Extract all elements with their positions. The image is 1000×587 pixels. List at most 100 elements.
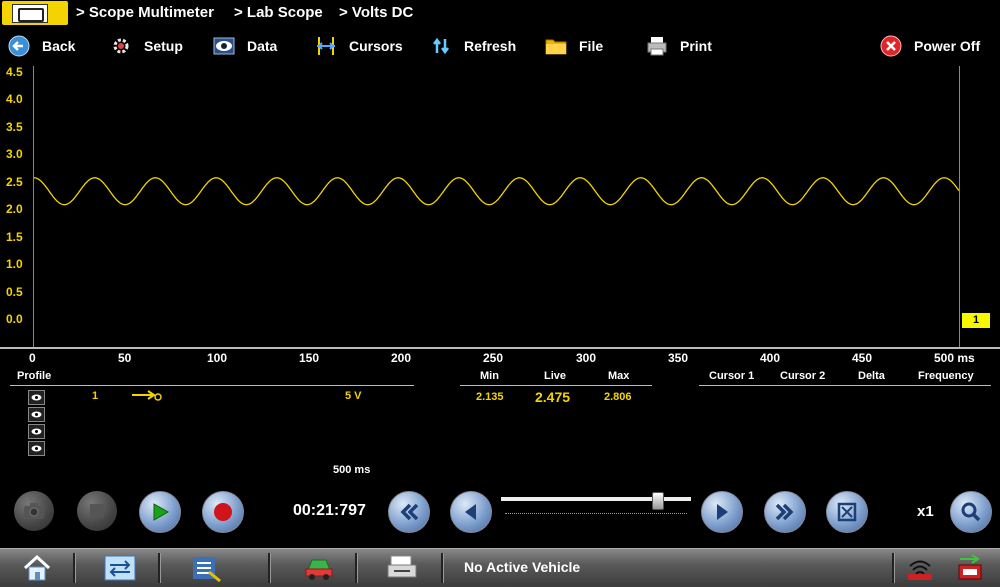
cursors-button[interactable]: Cursors (315, 28, 403, 64)
file-button[interactable]: File (545, 28, 603, 64)
play-forward-icon (717, 504, 728, 520)
sweep-scale[interactable]: 500 ms (333, 464, 370, 476)
eye-icon[interactable] (28, 407, 45, 422)
delta-header: Delta (858, 370, 885, 382)
home-badge-icon[interactable] (2, 1, 68, 25)
data-button[interactable]: Data (213, 28, 277, 64)
min-value: 2.135 (476, 391, 504, 403)
cursors-icon (315, 35, 337, 57)
double-chevron-left-icon (400, 503, 419, 521)
refresh-label: Refresh (464, 38, 517, 54)
vehicle-id-button[interactable] (292, 551, 346, 585)
x-tick-label: 450 (852, 351, 873, 365)
x-tick-label: 500 ms (934, 351, 975, 365)
breadcrumb-scope-multimeter[interactable]: > Scope Multimeter (76, 4, 214, 21)
step-back-button[interactable] (450, 491, 492, 533)
setup-label: Setup (144, 38, 183, 54)
house-icon (23, 554, 51, 581)
profile-divider (10, 385, 414, 386)
x-tick-label: 250 (483, 351, 504, 365)
usb-status[interactable] (950, 551, 990, 585)
wifi-icon (908, 560, 932, 580)
y-tick-label: 3.0 (6, 147, 23, 161)
breadcrumb-lab-scope[interactable]: > Lab Scope (234, 4, 323, 21)
power-off-button[interactable]: Power Off (880, 28, 980, 64)
setup-button[interactable]: Setup (110, 28, 183, 64)
taskbar-separator (158, 553, 161, 583)
volts-scale[interactable]: 5 V (345, 390, 362, 402)
x-tick-label: 300 (576, 351, 597, 365)
swap-icon (104, 555, 136, 581)
trace-line-1 (33, 177, 960, 206)
taskbar-separator (892, 553, 895, 583)
back-arrow-icon (8, 35, 30, 57)
x-tick-label: 200 (391, 351, 412, 365)
y-tick-label: 2.0 (6, 202, 23, 216)
x-tick-label: 400 (760, 351, 781, 365)
y-tick-label: 1.0 (6, 257, 23, 271)
min-header: Min (480, 370, 499, 382)
print-screen-button[interactable] (374, 551, 430, 585)
y-tick-label: 0.0 (6, 312, 23, 326)
play-button[interactable] (139, 491, 181, 533)
tools-icon (193, 557, 221, 582)
wifi-status[interactable] (900, 551, 940, 585)
rewind-to-start-button[interactable] (388, 491, 430, 533)
expand-icon (837, 502, 857, 522)
eye-icon[interactable] (28, 441, 45, 456)
vehicle-icon (305, 559, 333, 580)
max-header: Max (608, 370, 630, 382)
scanner-icon (387, 555, 417, 578)
eye-icon (213, 35, 235, 57)
x-tick-label: 350 (668, 351, 689, 365)
gear-icon (110, 35, 132, 57)
camera-button[interactable] (14, 491, 54, 531)
record-button[interactable] (202, 491, 244, 533)
refresh-button[interactable]: Refresh (430, 28, 516, 64)
cursor1-header: Cursor 1 (709, 370, 755, 382)
x-tick-label: 150 (299, 351, 320, 365)
title-bar: > Scope Multimeter > Lab Scope > Volts D… (0, 0, 1000, 26)
y-tick-label: 4.0 (6, 92, 23, 106)
close-circle-icon (880, 35, 902, 57)
swap-screen-button[interactable] (92, 551, 148, 585)
cursor-table-divider (699, 385, 991, 386)
scope-plot[interactable] (33, 66, 960, 347)
record-icon (214, 503, 232, 521)
step-forward-button[interactable] (701, 491, 743, 533)
slider-scale (505, 513, 687, 515)
printer-icon (646, 35, 668, 57)
y-tick-label: 4.5 (6, 65, 23, 79)
eye-icon[interactable] (28, 424, 45, 439)
eye-icon[interactable] (28, 390, 45, 405)
taskbar-separator (73, 553, 76, 583)
usb-icon (958, 554, 982, 580)
max-value: 2.806 (604, 391, 632, 403)
probe-icon (130, 388, 164, 407)
back-label: Back (42, 38, 76, 54)
file-label: File (579, 38, 604, 54)
taskbar-separator (441, 553, 444, 583)
y-tick-label: 1.5 (6, 230, 23, 244)
power-off-label: Power Off (914, 38, 981, 54)
back-button[interactable]: Back (8, 28, 75, 64)
fit-screen-button[interactable] (826, 491, 868, 533)
taskbar-separator (355, 553, 358, 583)
stop-button[interactable] (77, 491, 117, 531)
home-button[interactable] (10, 551, 64, 585)
folder-icon (545, 35, 567, 57)
y-tick-label: 2.5 (6, 175, 23, 189)
measurements-divider (460, 385, 652, 386)
print-button[interactable]: Print (646, 28, 712, 64)
slider-thumb[interactable] (651, 492, 664, 510)
profile-header: Profile (17, 370, 52, 382)
cursor2-header: Cursor 2 (780, 370, 826, 382)
x-tick-label: 50 (118, 351, 132, 365)
scope-tools-button[interactable] (178, 551, 234, 585)
forward-to-end-button[interactable] (764, 491, 806, 533)
playback-slider[interactable] (501, 492, 691, 521)
x-tick-label: 100 (207, 351, 228, 365)
trace-marker[interactable]: 1 (962, 313, 990, 328)
zoom-button[interactable] (950, 491, 992, 533)
cursors-label: Cursors (349, 38, 403, 54)
